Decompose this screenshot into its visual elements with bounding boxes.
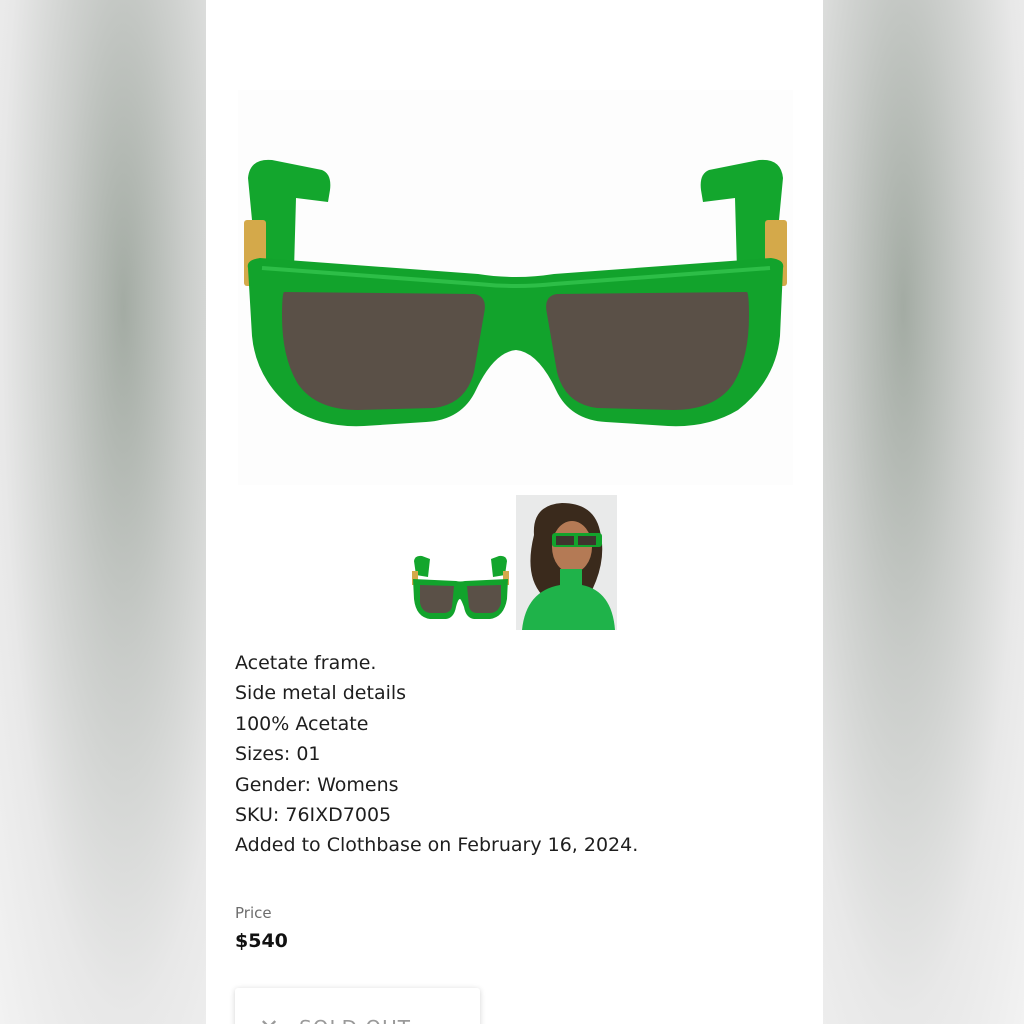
thumbnail-model[interactable]: [516, 495, 617, 630]
sunglasses-image: [244, 159, 787, 427]
detail-hardware: Side metal details: [235, 682, 407, 705]
detail-gender: Gender: Womens: [235, 773, 399, 796]
sold-out-label: SOLD OUT: [299, 1016, 411, 1024]
price-label: Price: [235, 904, 272, 922]
thumbnail-sunglasses[interactable]: [410, 495, 511, 630]
close-icon: ✕: [259, 1016, 279, 1024]
product-main-image[interactable]: [238, 90, 793, 485]
detail-sku: SKU: 76IXD7005: [235, 804, 392, 827]
product-details: Acetate frame. Side metal details 100% A…: [235, 648, 795, 861]
detail-composition: 100% Acetate: [235, 712, 369, 735]
detail-material: Acetate frame.: [235, 652, 377, 674]
sold-out-button[interactable]: ✕ SOLD OUT: [235, 988, 480, 1024]
thumbnail-gallery: [410, 495, 620, 630]
background-right: [823, 0, 1024, 1024]
product-page: Acetate frame. Side metal details 100% A…: [206, 0, 823, 1024]
background-left: [0, 0, 206, 1024]
price-value: $540: [235, 930, 288, 952]
detail-added-date: Added to Clothbase on February 16, 2024.: [235, 834, 639, 857]
detail-sizes: Sizes: 01: [235, 743, 321, 766]
